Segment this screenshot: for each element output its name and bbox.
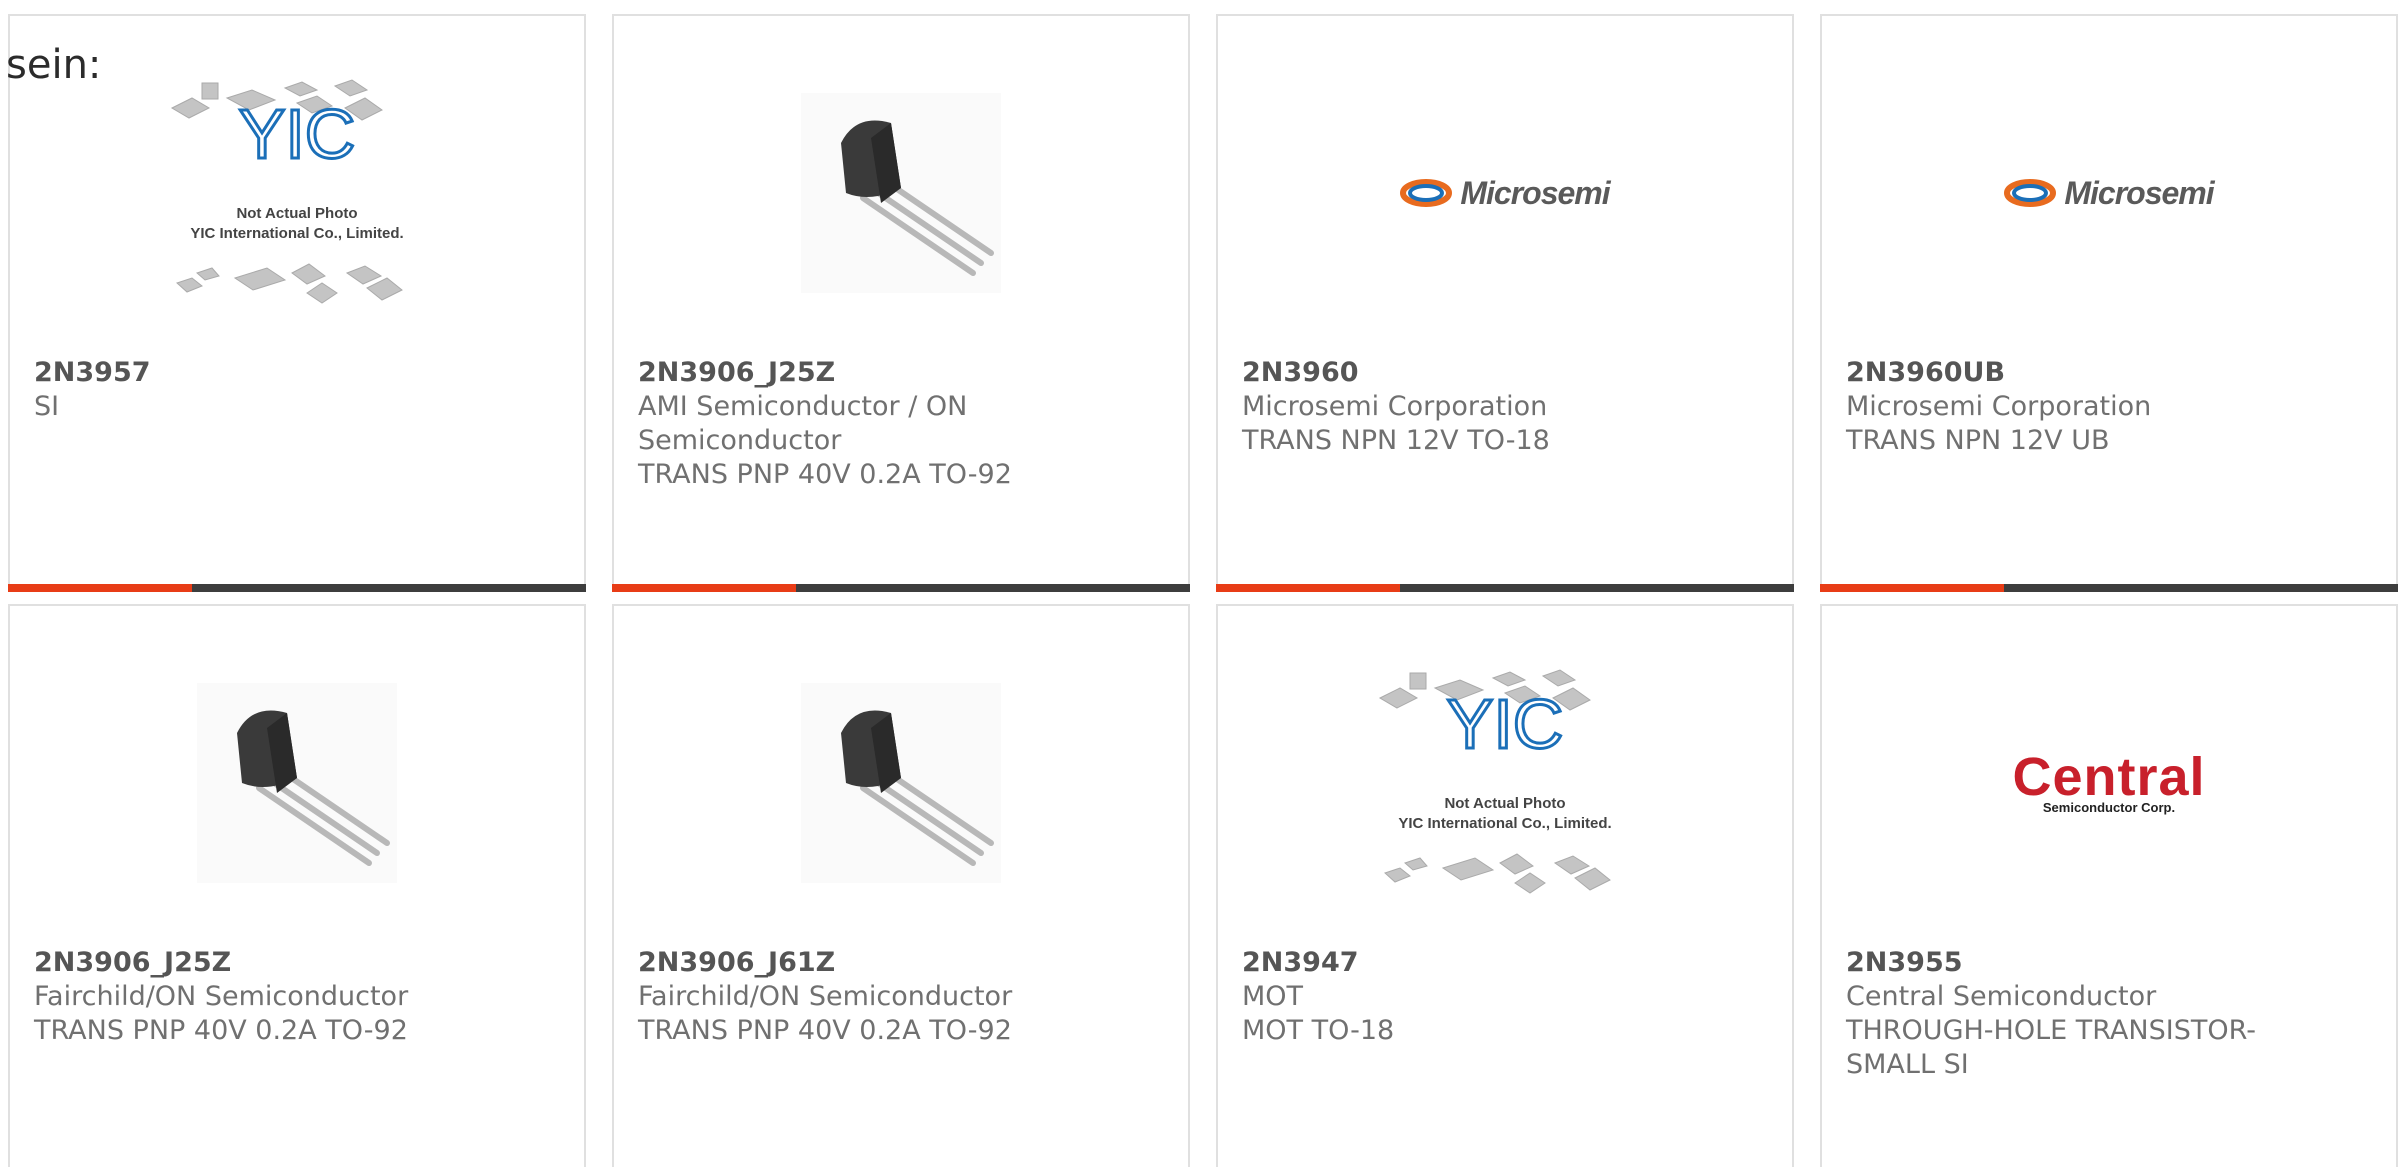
svg-text:Not Actual Photo: Not Actual Photo	[1444, 795, 1565, 812]
transistor-icon	[801, 683, 1001, 883]
central-logo: Central Semiconductor Corp.	[2012, 746, 2206, 815]
part-number[interactable]: 2N3960	[1242, 356, 1768, 390]
svg-text:YIC: YIC	[1447, 685, 1564, 763]
microsemi-logo: Microsemi	[2004, 174, 2215, 212]
svg-text:YIC International Co., Limited: YIC International Co., Limited.	[1398, 815, 1611, 832]
product-desc: Fairchild/ON Semiconductor	[638, 981, 1013, 1012]
product-image: YIC Not Actual Photo YIC International C…	[1355, 658, 1655, 908]
product-desc: MOT	[1242, 981, 1304, 1012]
part-number[interactable]: 2N3960UB	[1846, 356, 2372, 390]
product-info: 2N3960UB Microsemi Corporation TRANS NPN…	[1846, 356, 2372, 458]
product-desc: Semiconductor	[638, 425, 842, 456]
product-image	[751, 658, 1051, 908]
product-info: 2N3947 MOT MOT TO-18	[1242, 946, 1768, 1048]
card-bar	[8, 584, 586, 592]
part-number[interactable]: 2N3906_J61Z	[638, 946, 1164, 980]
part-number[interactable]: 2N3955	[1846, 946, 2372, 980]
product-card[interactable]: 2N3906_J61Z Fairchild/ON Semiconductor T…	[612, 604, 1190, 1167]
product-desc: TRANS PNP 40V 0.2A TO-92	[638, 1015, 1012, 1046]
svg-text:YIC: YIC	[239, 95, 356, 173]
product-card[interactable]: 2N3906_J25Z Fairchild/ON Semiconductor T…	[8, 604, 586, 1167]
svg-text:Not Actual Photo: Not Actual Photo	[236, 205, 357, 222]
product-card[interactable]: Microsemi 2N3960 Microsemi Corporation T…	[1216, 14, 1794, 592]
yic-placeholder-icon: YIC Not Actual Photo YIC International C…	[170, 79, 404, 304]
product-info: 2N3960 Microsemi Corporation TRANS NPN 1…	[1242, 356, 1768, 458]
transistor-icon	[801, 93, 1001, 293]
microsemi-logo: Microsemi	[1400, 174, 1611, 212]
product-card[interactable]: Microsemi 2N3960UB Microsemi Corporation…	[1820, 14, 2398, 592]
product-card[interactable]: YIC Not Actual Photo YIC International C…	[1216, 604, 1794, 1167]
yic-placeholder-icon: YIC Not Actual Photo YIC International C…	[1378, 669, 1612, 894]
product-info: 2N3906_J25Z Fairchild/ON Semiconductor T…	[34, 946, 560, 1048]
product-image: Microsemi	[1959, 68, 2259, 318]
product-card[interactable]: YIC Not Actual Photo YIC International C…	[8, 14, 586, 592]
microsemi-swoosh-icon	[2004, 179, 2057, 207]
product-desc: AMI Semiconductor / ON	[638, 391, 968, 422]
card-bar	[612, 584, 1190, 592]
product-info: 2N3906_J61Z Fairchild/ON Semiconductor T…	[638, 946, 1164, 1048]
transistor-icon	[197, 683, 397, 883]
part-number[interactable]: 2N3906_J25Z	[34, 946, 560, 980]
product-image	[751, 68, 1051, 318]
central-wordmark: Central	[2012, 746, 2206, 807]
product-image: Central Semiconductor Corp.	[1959, 658, 2259, 908]
part-number[interactable]: 2N3957	[34, 356, 560, 390]
card-bar	[1820, 584, 2398, 592]
product-desc: Microsemi Corporation	[1846, 391, 2152, 422]
product-desc: SI	[34, 391, 60, 422]
product-desc: Fairchild/ON Semiconductor	[34, 981, 409, 1012]
product-desc: TRANS NPN 12V TO-18	[1242, 425, 1550, 456]
product-desc: Microsemi Corporation	[1242, 391, 1548, 422]
product-desc: SMALL SI	[1846, 1049, 1969, 1080]
microsemi-wordmark: Microsemi	[1460, 174, 1610, 211]
svg-text:YIC International Co., Limited: YIC International Co., Limited.	[190, 225, 403, 242]
product-image: YIC Not Actual Photo YIC International C…	[147, 68, 447, 318]
microsemi-wordmark: Microsemi	[2064, 174, 2214, 211]
part-number[interactable]: 2N3906_J25Z	[638, 356, 1164, 390]
product-info: 2N3955 Central Semiconductor THROUGH-HOL…	[1846, 946, 2372, 1082]
product-card[interactable]: Central Semiconductor Corp. 2N3955 Centr…	[1820, 604, 2398, 1167]
part-number[interactable]: 2N3947	[1242, 946, 1768, 980]
product-desc: Central Semiconductor	[1846, 981, 2157, 1012]
product-desc: MOT TO-18	[1242, 1015, 1395, 1046]
product-desc: TRANS NPN 12V UB	[1846, 425, 2110, 456]
product-desc: THROUGH-HOLE TRANSISTOR-	[1846, 1015, 2256, 1046]
microsemi-swoosh-icon	[1400, 179, 1453, 207]
product-desc: TRANS PNP 40V 0.2A TO-92	[638, 459, 1012, 490]
product-card[interactable]: 2N3906_J25Z AMI Semiconductor / ON Semic…	[612, 14, 1190, 592]
product-info: 2N3957 SI	[34, 356, 560, 424]
card-bar	[1216, 584, 1794, 592]
intro-text: sein:	[6, 42, 102, 88]
product-image	[147, 658, 447, 908]
product-info: 2N3906_J25Z AMI Semiconductor / ON Semic…	[638, 356, 1164, 492]
product-image: Microsemi	[1355, 68, 1655, 318]
product-desc: TRANS PNP 40V 0.2A TO-92	[34, 1015, 408, 1046]
